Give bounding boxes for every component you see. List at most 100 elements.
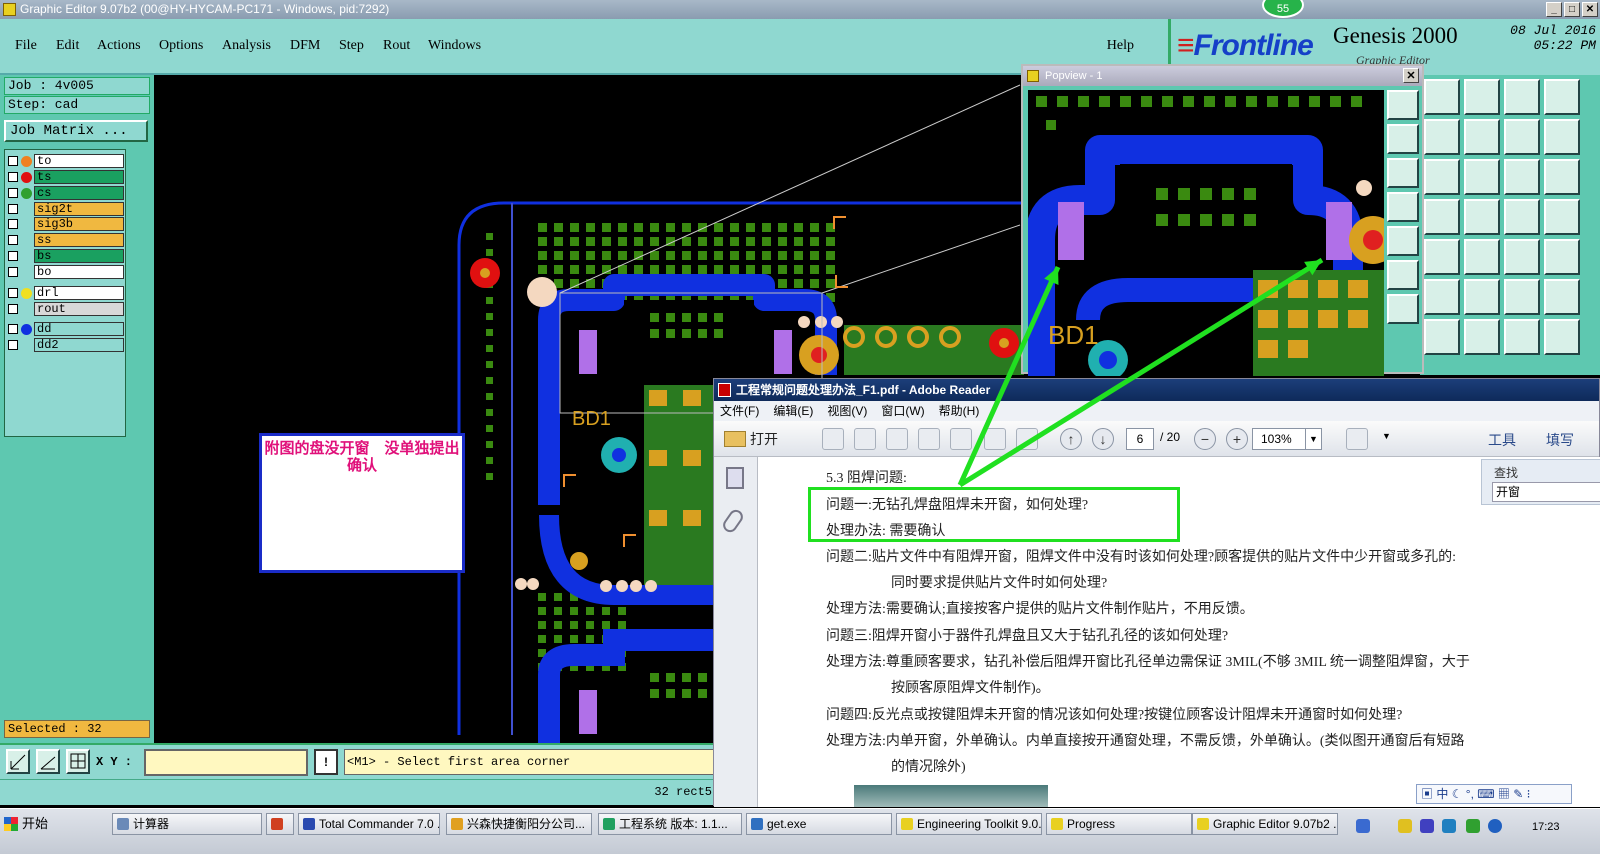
tool-pad-icon[interactable] — [1424, 279, 1460, 315]
popview-center-button[interactable] — [1387, 294, 1419, 324]
open-button[interactable]: 打开 — [724, 428, 778, 450]
tool-download-icon[interactable] — [1464, 79, 1500, 115]
prev-page-button[interactable]: ↑ — [1060, 428, 1082, 450]
taskbar-item[interactable] — [266, 813, 294, 835]
tool-grid-icon[interactable] — [1464, 199, 1500, 235]
reader-menu-file[interactable]: 文件(F) — [720, 401, 759, 421]
zoom-in-button[interactable]: + — [1226, 428, 1248, 450]
taskbar-item[interactable]: 计算器 — [112, 813, 262, 835]
tool-trace-icon[interactable] — [1544, 279, 1580, 315]
combine-icon[interactable] — [854, 428, 876, 450]
tool-line-icon[interactable] — [1424, 319, 1460, 355]
close-button[interactable]: ✕ — [1582, 2, 1598, 17]
tool-frame-icon[interactable] — [1424, 119, 1460, 155]
tool-cross-icon[interactable] — [1464, 279, 1500, 315]
popview-fit-button[interactable] — [1387, 158, 1419, 188]
page-number-input[interactable]: 6 — [1126, 428, 1154, 450]
tool-export-icon[interactable] — [1464, 119, 1500, 155]
menu-options[interactable]: Options — [159, 38, 203, 54]
tool-help-icon[interactable] — [1544, 159, 1580, 195]
tool-undo-icon[interactable] — [1504, 319, 1540, 355]
layer-row-cs[interactable]: cs — [8, 186, 124, 200]
layer-name[interactable]: sig2t — [34, 202, 124, 216]
job-matrix-button[interactable]: Job Matrix ... — [4, 120, 148, 142]
layer-checkbox[interactable] — [8, 340, 18, 350]
layer-checkbox[interactable] — [8, 251, 18, 261]
layer-checkbox[interactable] — [8, 204, 18, 214]
layer-name[interactable]: bs — [34, 249, 124, 263]
menu-analysis[interactable]: Analysis — [222, 38, 271, 54]
warning-icon[interactable]: ! — [314, 749, 338, 775]
taskbar-item[interactable]: get.exe — [746, 813, 892, 835]
tool-stamp-icon[interactable] — [1424, 199, 1460, 235]
reader-menu-window[interactable]: 窗口(W) — [881, 401, 924, 421]
reader-menu-view[interactable]: 视图(V) — [827, 401, 867, 421]
toolbar-more-icon[interactable]: ▼ — [1382, 431, 1391, 441]
layer-row-bs[interactable]: bs — [8, 249, 124, 263]
tool-flip-icon[interactable] — [1504, 119, 1540, 155]
reader-menu-help[interactable]: 帮助(H) — [939, 401, 980, 421]
tray-network-icon[interactable] — [1398, 819, 1412, 833]
taskbar-item[interactable]: 兴森快捷衡阳分公司... — [446, 813, 592, 835]
layer-name[interactable]: ss — [34, 233, 124, 247]
search-input[interactable]: 开窗 — [1492, 482, 1600, 502]
tray-monitor-icon[interactable] — [1442, 819, 1456, 833]
popview-zoom-button[interactable] — [1387, 90, 1419, 120]
tool-frontline-icon[interactable] — [1544, 319, 1580, 355]
layer-checkbox[interactable] — [8, 324, 18, 334]
print-icon[interactable] — [984, 428, 1006, 450]
xy-input[interactable] — [144, 749, 308, 776]
layer-row-dd[interactable]: dd — [8, 322, 124, 336]
layer-name[interactable]: bo — [34, 265, 124, 279]
taskbar-item[interactable]: Engineering Toolkit 9.0... — [896, 813, 1042, 835]
layer-checkbox[interactable] — [8, 267, 18, 277]
tool-ruler-icon[interactable] — [1504, 239, 1540, 275]
layer-name[interactable]: ts — [34, 170, 124, 184]
grid-tool-button[interactable] — [66, 749, 90, 774]
minimize-button[interactable]: _ — [1546, 2, 1562, 17]
create-pdf-icon[interactable] — [822, 428, 844, 450]
menu-file[interactable]: File — [15, 38, 37, 54]
pages-icon[interactable] — [726, 467, 744, 489]
menu-windows[interactable]: Windows — [428, 38, 481, 54]
edit-icon[interactable] — [886, 428, 908, 450]
taskbar-item[interactable]: Total Commander 7.0 ... — [298, 813, 440, 835]
upload-icon[interactable] — [918, 428, 940, 450]
popview-home-button[interactable] — [1387, 124, 1419, 154]
layer-checkbox[interactable] — [8, 156, 18, 166]
tool-dot-icon[interactable] — [1544, 239, 1580, 275]
tool-home-icon[interactable] — [1504, 79, 1540, 115]
popview-next-button[interactable] — [1387, 226, 1419, 256]
layer-checkbox[interactable] — [8, 288, 18, 298]
menu-dfm[interactable]: DFM — [290, 38, 320, 54]
menu-rout[interactable]: Rout — [383, 38, 410, 54]
maximize-button[interactable]: □ — [1564, 2, 1580, 17]
save-icon[interactable] — [950, 428, 972, 450]
tools-link[interactable]: 工具 — [1488, 430, 1516, 450]
layer-row-dd2[interactable]: dd2 — [8, 338, 124, 352]
tray-tool-icon[interactable] — [1420, 819, 1434, 833]
taskbar-item[interactable]: 工程系统 版本: 1.1... — [598, 813, 742, 835]
tool-net-icon[interactable] — [1464, 239, 1500, 275]
tool-table-icon[interactable] — [1424, 159, 1460, 195]
ime-toolbar[interactable]: ▣ 中 ☾ °, ⌨ ▦ ✎ ⁝ — [1416, 784, 1572, 804]
email-icon[interactable] — [1016, 428, 1038, 450]
popview-canvas[interactable]: BD1 — [1028, 90, 1384, 376]
layer-name[interactable]: dd — [34, 322, 124, 336]
measure-tool-button[interactable] — [36, 749, 60, 774]
layer-checkbox[interactable] — [8, 304, 18, 314]
tool-layer-icon[interactable] — [1424, 79, 1460, 115]
layer-row-drl[interactable]: drl — [8, 286, 124, 300]
snap-tool-button[interactable] — [6, 749, 30, 774]
layer-checkbox[interactable] — [8, 172, 18, 182]
menu-step[interactable]: Step — [339, 38, 364, 54]
fullscreen-icon[interactable] — [1346, 428, 1368, 450]
tool-via-icon[interactable] — [1504, 199, 1540, 235]
layer-name[interactable]: cs — [34, 186, 124, 200]
menu-actions[interactable]: Actions — [97, 38, 141, 54]
layer-row-ts[interactable]: ts — [8, 170, 124, 184]
zoom-select[interactable]: 103% ▼ — [1252, 428, 1322, 450]
layer-row-bo[interactable]: bo — [8, 265, 124, 279]
fill-sign-link[interactable]: 填写 — [1546, 430, 1574, 450]
taskbar-item[interactable]: Progress — [1046, 813, 1192, 835]
